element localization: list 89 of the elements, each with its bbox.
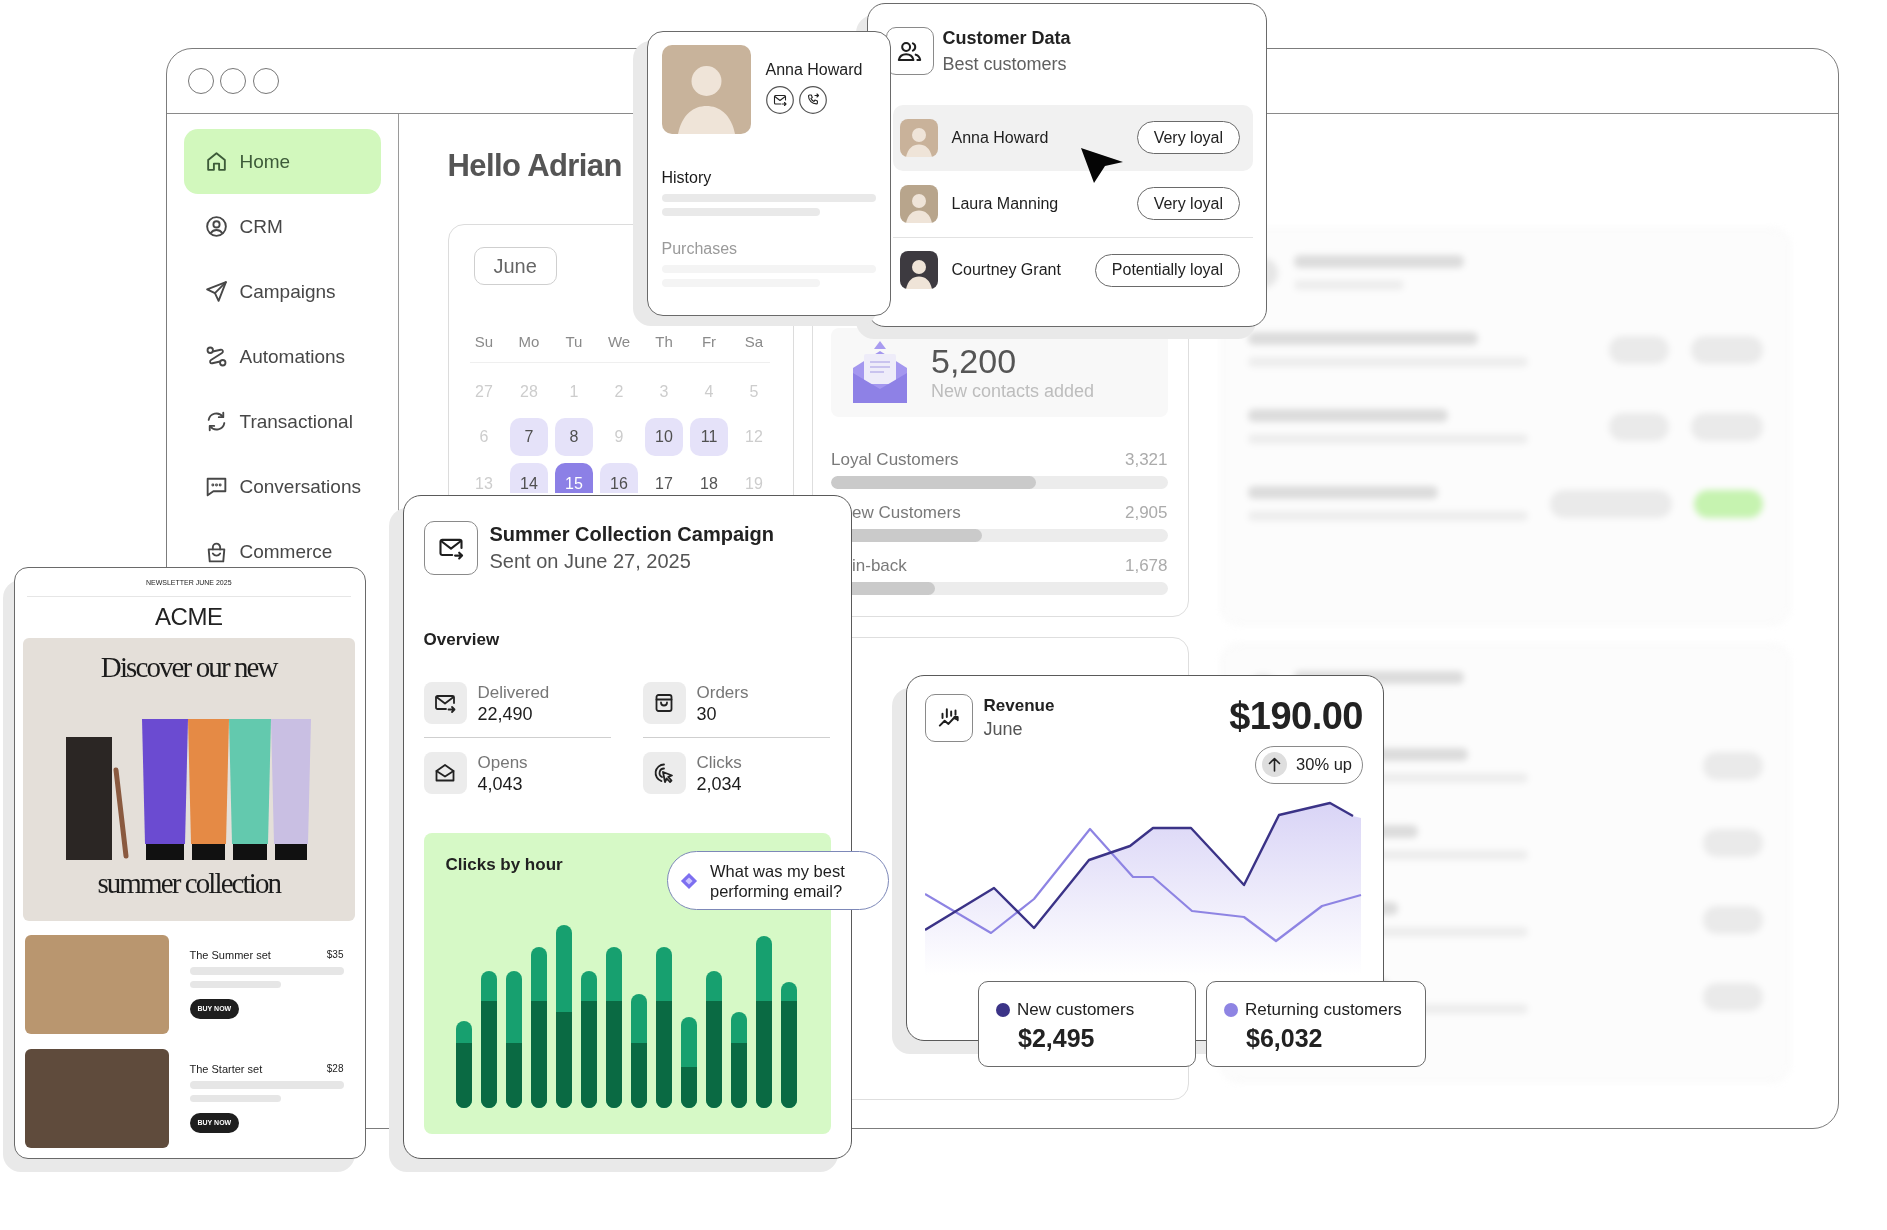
- metric-label: Opens: [477, 751, 528, 773]
- product-price: $35: [326, 949, 344, 960]
- sidebar-item[interactable]: Automations: [183, 324, 381, 389]
- product-name: The Starter set: [189, 1062, 263, 1075]
- legend-label: Returning customers: [1245, 999, 1402, 1021]
- metric-value: 4,043: [477, 772, 524, 795]
- weekday-label: Tu: [565, 332, 583, 352]
- section-title: Purchases: [661, 238, 738, 259]
- sidebar-item[interactable]: Home: [183, 129, 381, 194]
- loyalty-badge: Very loyal: [1136, 187, 1240, 220]
- legend-value: $2,495: [1018, 1023, 1095, 1053]
- weekday-label: Mo: [518, 332, 540, 352]
- section-title: History: [661, 167, 712, 188]
- customer-row[interactable]: Anna Howard Very loyal: [892, 104, 1253, 171]
- arrow-up-icon: [1262, 752, 1288, 777]
- weekday-label: Fr: [701, 332, 717, 352]
- calendar-day[interactable]: 11: [690, 417, 728, 456]
- campaign-date: Sent on June 27, 2025: [489, 548, 692, 574]
- avatar-photo: [899, 251, 938, 289]
- revenue-title: Revenue: [983, 695, 1055, 716]
- loyalty-badge: Potentially loyal: [1094, 253, 1240, 287]
- customer-name: Anna Howard: [951, 128, 1050, 147]
- metric-label: Clicks: [696, 751, 742, 773]
- stat-value: 5,200: [931, 342, 1018, 380]
- metric-label: Orders: [696, 681, 749, 703]
- customer-name: Courtney Grant: [951, 261, 1062, 279]
- metric-value: 22,490: [477, 702, 534, 725]
- cursor-icon: [1080, 147, 1124, 184]
- hero-headline: summer collection: [97, 865, 281, 900]
- weekday-label: Sa: [744, 332, 764, 352]
- segment-count: 1,678: [1124, 555, 1168, 576]
- legend-label: New customers: [1017, 999, 1135, 1021]
- open-envelope-icon: [423, 751, 467, 794]
- calendar-day[interactable]: 18: [690, 462, 728, 493]
- greeting-heading: Hello Adrian: [447, 147, 622, 185]
- card-subtitle: Best customers: [942, 52, 1068, 76]
- contact-name: Anna Howard: [765, 60, 863, 79]
- segment-label: Loyal Customers: [831, 449, 959, 470]
- paper-plane-icon: [203, 279, 229, 304]
- calendar-day[interactable]: 7: [510, 417, 548, 456]
- cursor-click-icon: [642, 751, 686, 794]
- card-title: Customer Data: [942, 26, 1071, 49]
- chart-trend-icon: [924, 693, 973, 742]
- product-name: The Summer set: [189, 948, 271, 961]
- mail-icon[interactable]: [765, 86, 794, 114]
- metric-value: 30: [696, 702, 718, 725]
- hero-headline: Discover our new: [100, 649, 277, 684]
- avatar-photo: [899, 184, 938, 223]
- chart-title: Clicks by hour: [445, 854, 563, 875]
- prompt-text: What was my best performing email?: [710, 860, 846, 901]
- metric-value: 2,034: [696, 772, 742, 795]
- weekday-label: Th: [655, 332, 673, 352]
- section-title: Overview: [423, 629, 500, 650]
- avatar-photo: [899, 118, 938, 157]
- legend-value: $6,032: [1246, 1023, 1323, 1053]
- customer-name: Laura Manning: [951, 194, 1060, 213]
- stat-caption: New contacts added: [931, 380, 1095, 402]
- sidebar-item[interactable]: CRM: [183, 194, 381, 259]
- brand-name: ACME: [155, 602, 223, 631]
- metric-label: Delivered: [477, 681, 550, 703]
- shopping-bag-icon: [642, 681, 686, 724]
- month-button[interactable]: June: [473, 247, 557, 285]
- assistant-prompt[interactable]: What was my best performing email?: [667, 851, 889, 910]
- envelope-icon: [851, 340, 909, 404]
- sparkle-icon: [680, 871, 698, 890]
- sidebar-item[interactable]: Conversations: [183, 454, 381, 519]
- segment-label: in-back: [852, 555, 907, 576]
- calendar-day[interactable]: 15: [555, 462, 593, 493]
- sidebar-item[interactable]: Campaigns: [183, 259, 381, 324]
- weekday-label: Su: [474, 332, 494, 352]
- change-text: 30% up: [1296, 755, 1352, 774]
- calendar-day[interactable]: 14: [510, 462, 548, 493]
- revenue-total: $190.00: [1229, 693, 1363, 738]
- weekday-label: We: [607, 332, 631, 352]
- calendar-day[interactable]: 17: [645, 462, 683, 493]
- sidebar-item[interactable]: Commerce: [183, 519, 381, 565]
- calendar-day[interactable]: 8: [555, 417, 593, 456]
- segment-count: 3,321: [1124, 449, 1168, 470]
- calendar-day[interactable]: 10: [645, 417, 683, 456]
- segment-label: ew Customers: [852, 502, 961, 523]
- revenue-period: June: [983, 717, 1024, 740]
- segment-count: 2,905: [1124, 502, 1168, 523]
- sidebar-item[interactable]: Transactional: [183, 389, 381, 454]
- user-circle-icon: [203, 214, 229, 239]
- phone-icon[interactable]: [798, 86, 827, 114]
- product-price: $28: [326, 1063, 344, 1074]
- loyalty-badge: Very loyal: [1136, 121, 1240, 154]
- calendar-day[interactable]: 16: [600, 462, 638, 493]
- campaign-title: Summer Collection Campaign: [489, 521, 774, 546]
